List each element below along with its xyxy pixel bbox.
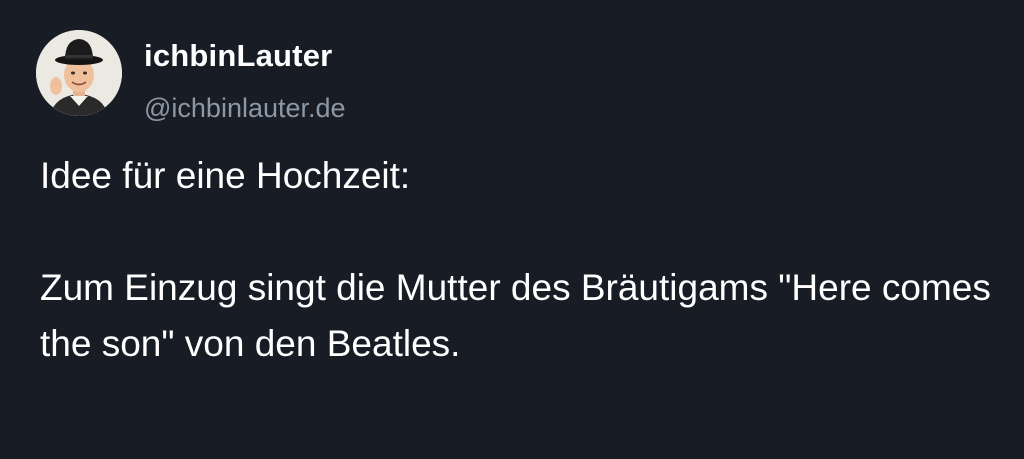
post-body: Idee für eine Hochzeit: Zum Einzug singt… bbox=[40, 148, 1000, 372]
avatar[interactable] bbox=[36, 30, 122, 116]
author-display-name[interactable]: ichbinLauter bbox=[144, 36, 332, 76]
post-text-line: Idee für eine Hochzeit: bbox=[40, 155, 411, 196]
post-card: ichbinLauter @ichbinlauter.de Idee für e… bbox=[0, 0, 1024, 459]
post-text-paragraph: Zum Einzug singt die Mutter des Bräutiga… bbox=[40, 267, 991, 364]
profile-photo-icon bbox=[36, 30, 122, 116]
author-handle[interactable]: @ichbinlauter.de bbox=[144, 90, 346, 126]
